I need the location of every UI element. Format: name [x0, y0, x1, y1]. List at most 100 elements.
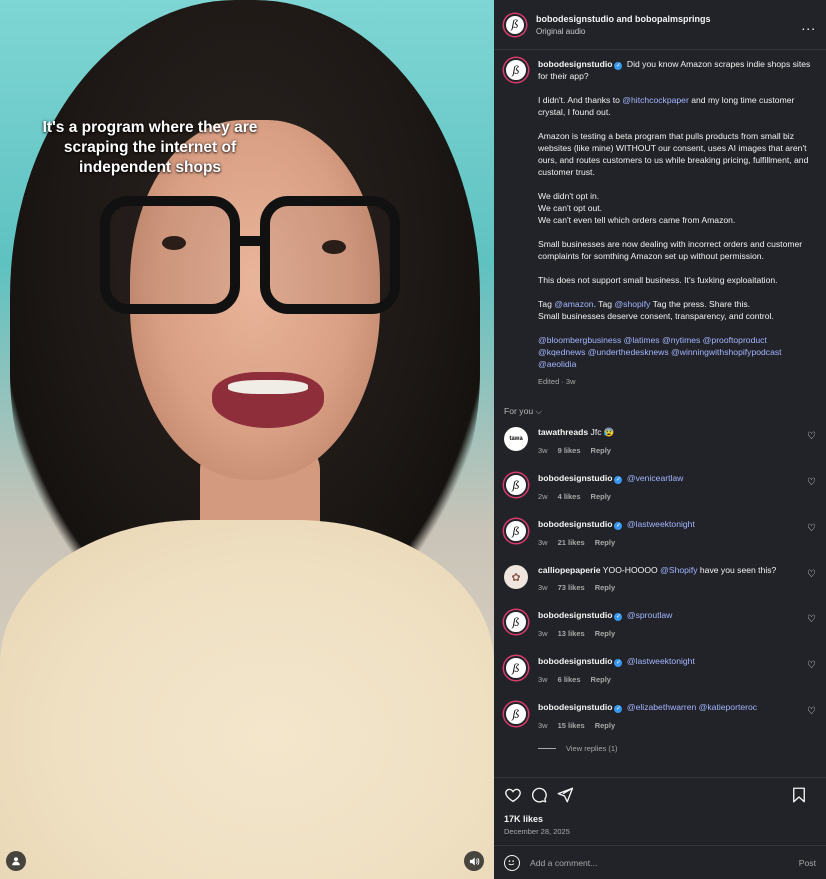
share-icon[interactable] — [556, 786, 574, 804]
reply-button[interactable]: Reply — [595, 538, 615, 547]
like-count[interactable]: 17K likes — [504, 814, 816, 824]
comment-sort-dropdown[interactable]: For you ⌵ — [504, 406, 816, 417]
caption-author-avatar[interactable]: ß — [504, 58, 528, 82]
audio-toggle-button[interactable] — [464, 851, 484, 871]
comment-username[interactable]: bobodesignstudio — [538, 519, 612, 529]
comment-mention[interactable]: @sproutlaw — [627, 610, 673, 620]
caption-paragraph-7: Tag @amazon. Tag @shopify Tag the press.… — [538, 298, 816, 322]
caption-text: Tag — [538, 299, 555, 309]
comment-sort-label: For you — [504, 406, 534, 416]
comment-username[interactable]: bobodesignstudio — [538, 473, 612, 483]
post-authors[interactable]: bobodesignstudio and bobopalmsprings — [536, 14, 801, 24]
video-subject-glasses — [100, 196, 400, 326]
commenter-avatar[interactable]: ß — [504, 656, 528, 680]
verified-badge-icon: ✓ — [614, 522, 623, 530]
post-viewer: It's a program where they are scraping t… — [0, 0, 826, 879]
comment-username[interactable]: tawathreads — [538, 427, 588, 437]
comment-mention[interactable]: @lastweektonight — [627, 656, 695, 666]
glasses-right-lens — [260, 196, 400, 314]
commenter-avatar[interactable]: ß — [504, 610, 528, 634]
like-comment-heart-icon[interactable]: ♡ — [807, 706, 816, 717]
commenter-avatar[interactable]: ß — [504, 473, 528, 497]
comment-item: ß bobodesignstudio ✓ @lastweektonight 3w 2… — [504, 519, 816, 547]
comment-body: tawathreads Jfc 😰 3w 9 likes Reply — [538, 427, 816, 455]
caption-username[interactable]: bobodesignstudio — [538, 59, 612, 69]
verified-badge-icon: ✓ — [614, 705, 623, 713]
comment-meta: 3w 21 likes Reply — [538, 538, 816, 547]
reply-button[interactable]: Reply — [595, 721, 615, 730]
view-replies-button[interactable]: View replies (1) — [538, 744, 816, 753]
comment-likes[interactable]: 6 likes — [558, 675, 581, 684]
comment-username[interactable]: bobodesignstudio — [538, 656, 612, 666]
comment-likes[interactable]: 4 likes — [558, 492, 581, 501]
comment-username[interactable]: bobodesignstudio — [538, 610, 612, 620]
comment-item: tawa tawathreads Jfc 😰 3w 9 likes Reply ♡ — [504, 427, 816, 455]
reply-button[interactable]: Reply — [595, 583, 615, 592]
comment-mention[interactable]: @lastweektonight — [627, 519, 695, 529]
bookmark-icon[interactable] — [790, 786, 808, 804]
comment-username[interactable]: calliopepaperie — [538, 565, 601, 575]
speaker-icon — [469, 856, 479, 866]
caption-tags[interactable]: @bloombergbusiness @latimes @nytimes @pr… — [538, 334, 816, 370]
comment-age: 3w — [538, 721, 548, 730]
reply-button[interactable]: Reply — [595, 629, 615, 638]
comment-likes[interactable]: 15 likes — [558, 721, 585, 730]
chevron-down-icon: ⌵ — [535, 406, 543, 416]
comment-username[interactable]: bobodesignstudio — [538, 702, 612, 712]
comment-mention[interactable]: @Shopify — [660, 565, 697, 575]
video-caption-overlay: It's a program where they are scraping t… — [42, 119, 258, 176]
header-text: bobodesignstudio and bobopalmsprings Ori… — [536, 14, 801, 36]
like-comment-heart-icon[interactable]: ♡ — [807, 569, 816, 580]
like-comment-heart-icon[interactable]: ♡ — [807, 431, 816, 442]
more-options-button[interactable]: ... — [801, 17, 816, 33]
video-subject-teeth — [228, 380, 308, 394]
tagged-users-button[interactable] — [6, 851, 26, 871]
heart-icon[interactable] — [504, 786, 522, 804]
mention-link[interactable]: @amazon — [554, 299, 593, 309]
video-player[interactable]: It's a program where they are scraping t… — [0, 0, 494, 879]
like-comment-heart-icon[interactable]: ♡ — [807, 523, 816, 534]
post-date: December 28, 2025 — [504, 827, 570, 836]
comment-likes[interactable]: 13 likes — [558, 629, 585, 638]
caption-edited-timestamp: Edited · 3w — [538, 377, 576, 386]
verified-badge-icon: ✓ — [614, 613, 623, 621]
emoji-icon[interactable] — [504, 854, 520, 871]
post-actions: 17K likes December 28, 2025 — [494, 777, 826, 845]
mention-link[interactable]: @shopify — [614, 299, 650, 309]
left-eye — [162, 236, 186, 250]
comments-scroll-area[interactable]: ß bobodesignstudio ✓ Did you know Amazon … — [494, 50, 826, 777]
comment-item: ß bobodesignstudio ✓ @elizabethwarren @ka… — [504, 702, 816, 730]
commenter-avatar[interactable]: ✿ — [504, 565, 528, 589]
comment-likes[interactable]: 73 likes — [558, 583, 585, 592]
comment-mention[interactable]: @elizabethwarren @katieporteroc — [627, 702, 757, 712]
verified-badge-icon: ✓ — [614, 476, 623, 484]
comment-icon[interactable] — [530, 786, 548, 804]
view-replies-label: View replies (1) — [566, 744, 618, 753]
author-avatar[interactable]: ß — [504, 13, 526, 36]
comment-item: ß bobodesignstudio ✓ @sproutlaw 3w 13 like… — [504, 610, 816, 638]
comment-body: bobodesignstudio ✓ @sproutlaw 3w 13 likes R… — [538, 610, 816, 638]
comment-likes[interactable]: 9 likes — [558, 446, 581, 455]
comment-age: 3w — [538, 675, 548, 684]
like-comment-heart-icon[interactable]: ♡ — [807, 477, 816, 488]
caption-paragraph-3: Amazon is testing a beta program that pu… — [538, 131, 809, 177]
comment-text: have you seen this? — [697, 565, 777, 575]
post-comment-button[interactable]: Post — [799, 858, 816, 868]
commenter-avatar[interactable]: ß — [504, 702, 528, 726]
commenter-avatar[interactable]: tawa — [504, 427, 528, 451]
comment-item: ß bobodesignstudio ✓ @lastweektonight 3w 6… — [504, 656, 816, 684]
like-comment-heart-icon[interactable]: ♡ — [807, 614, 816, 625]
reply-button[interactable]: Reply — [591, 446, 611, 455]
post-header: ß bobodesignstudio and bobopalmsprings O… — [494, 0, 826, 50]
reply-button[interactable]: Reply — [591, 675, 611, 684]
like-comment-heart-icon[interactable]: ♡ — [807, 660, 816, 671]
reply-button[interactable]: Reply — [591, 492, 611, 501]
mention-link[interactable]: @hitchcockpaper — [622, 95, 689, 105]
audio-label[interactable]: Original audio — [536, 27, 801, 36]
commenter-avatar[interactable]: ß — [504, 519, 528, 543]
comment-age: 3w — [538, 583, 548, 592]
comment-likes[interactable]: 21 likes — [558, 538, 585, 547]
comment-mention[interactable]: @veniceartlaw — [627, 473, 684, 483]
comment-input[interactable] — [530, 857, 799, 868]
caption-body: bobodesignstudio ✓ Did you know Amazon sc… — [538, 58, 816, 388]
